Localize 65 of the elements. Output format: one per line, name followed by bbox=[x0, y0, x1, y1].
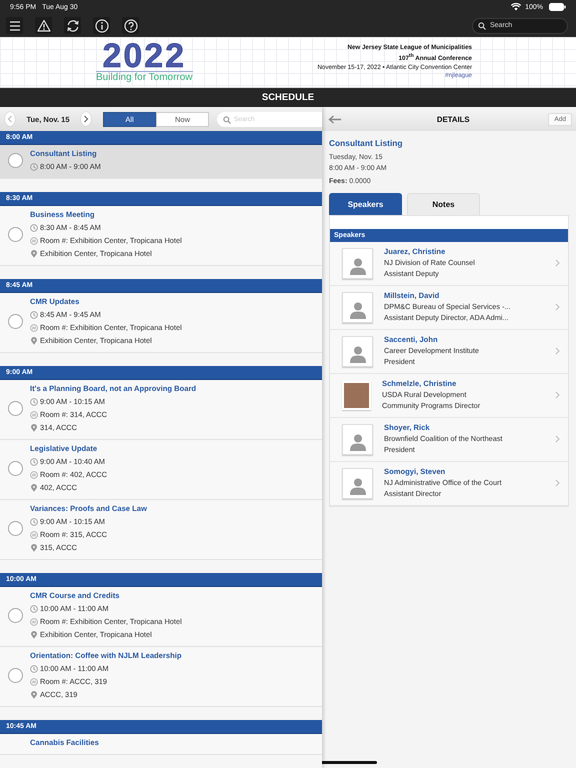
chevron-right-icon bbox=[555, 259, 560, 267]
checkbox[interactable] bbox=[8, 521, 23, 536]
next-day-button[interactable] bbox=[80, 112, 91, 126]
checkbox[interactable] bbox=[8, 461, 23, 476]
chevron-right-icon bbox=[555, 435, 560, 443]
clock-icon bbox=[30, 604, 38, 612]
checkbox[interactable] bbox=[8, 227, 23, 242]
back-button[interactable] bbox=[326, 114, 344, 124]
person-silhouette-icon bbox=[348, 256, 366, 274]
tab[interactable]: Notes bbox=[407, 192, 480, 214]
photo-placeholder bbox=[342, 380, 371, 410]
battery-icon bbox=[549, 3, 566, 11]
person-silhouette-icon bbox=[348, 300, 366, 318]
logo-year: 2022 bbox=[102, 40, 186, 70]
checkbox[interactable] bbox=[8, 608, 23, 623]
room-icon bbox=[30, 236, 38, 244]
checkbox[interactable] bbox=[8, 153, 23, 168]
back-arrow-icon bbox=[328, 114, 342, 124]
person-silhouette-icon bbox=[348, 476, 366, 494]
pin-icon bbox=[30, 690, 38, 698]
room-icon bbox=[30, 530, 38, 538]
pin-icon bbox=[30, 336, 38, 344]
chevron-right-icon bbox=[82, 115, 89, 123]
tab[interactable]: Speakers bbox=[329, 192, 402, 214]
clock-icon bbox=[30, 664, 38, 672]
chevron-right-icon bbox=[555, 391, 560, 399]
room-icon bbox=[30, 410, 38, 418]
room-icon bbox=[30, 324, 38, 332]
chevron-right-icon bbox=[555, 347, 560, 355]
pin-icon bbox=[30, 544, 38, 552]
info-icon bbox=[94, 18, 110, 34]
clock-icon bbox=[30, 162, 38, 170]
room-icon bbox=[30, 678, 38, 686]
previous-day-button[interactable] bbox=[5, 112, 16, 126]
pin-icon bbox=[30, 250, 38, 258]
chevron-left-icon bbox=[7, 115, 14, 123]
warning-icon bbox=[36, 18, 52, 34]
checkbox[interactable] bbox=[8, 401, 23, 416]
refresh-icon bbox=[64, 18, 80, 34]
wifi-icon bbox=[511, 3, 522, 11]
clock-icon bbox=[30, 458, 38, 466]
help-icon bbox=[122, 18, 138, 34]
room-icon bbox=[30, 618, 38, 626]
clock-icon bbox=[30, 224, 38, 232]
chevron-right-icon bbox=[555, 479, 560, 487]
checkbox[interactable] bbox=[8, 668, 23, 683]
help-button[interactable] bbox=[122, 17, 139, 34]
pin-icon bbox=[30, 484, 38, 492]
pin-icon bbox=[30, 630, 38, 638]
checkbox[interactable] bbox=[8, 314, 23, 329]
clock-icon bbox=[30, 398, 38, 406]
clock-icon bbox=[30, 310, 38, 318]
person-silhouette-icon bbox=[348, 432, 366, 450]
room-icon bbox=[30, 470, 38, 478]
clock-icon bbox=[30, 518, 38, 526]
chevron-right-icon bbox=[555, 303, 560, 311]
logo-tagline: Building for Tomorrow bbox=[96, 70, 193, 84]
session-title: Consultant Listing bbox=[329, 138, 404, 148]
refresh-button[interactable] bbox=[64, 17, 81, 34]
person-silhouette-icon bbox=[348, 344, 366, 362]
menu-button[interactable] bbox=[6, 17, 23, 34]
warning-button[interactable] bbox=[35, 17, 52, 34]
schedule-title: SCHEDULE bbox=[0, 88, 576, 107]
pin-icon bbox=[30, 424, 38, 432]
info-button[interactable] bbox=[93, 17, 110, 34]
